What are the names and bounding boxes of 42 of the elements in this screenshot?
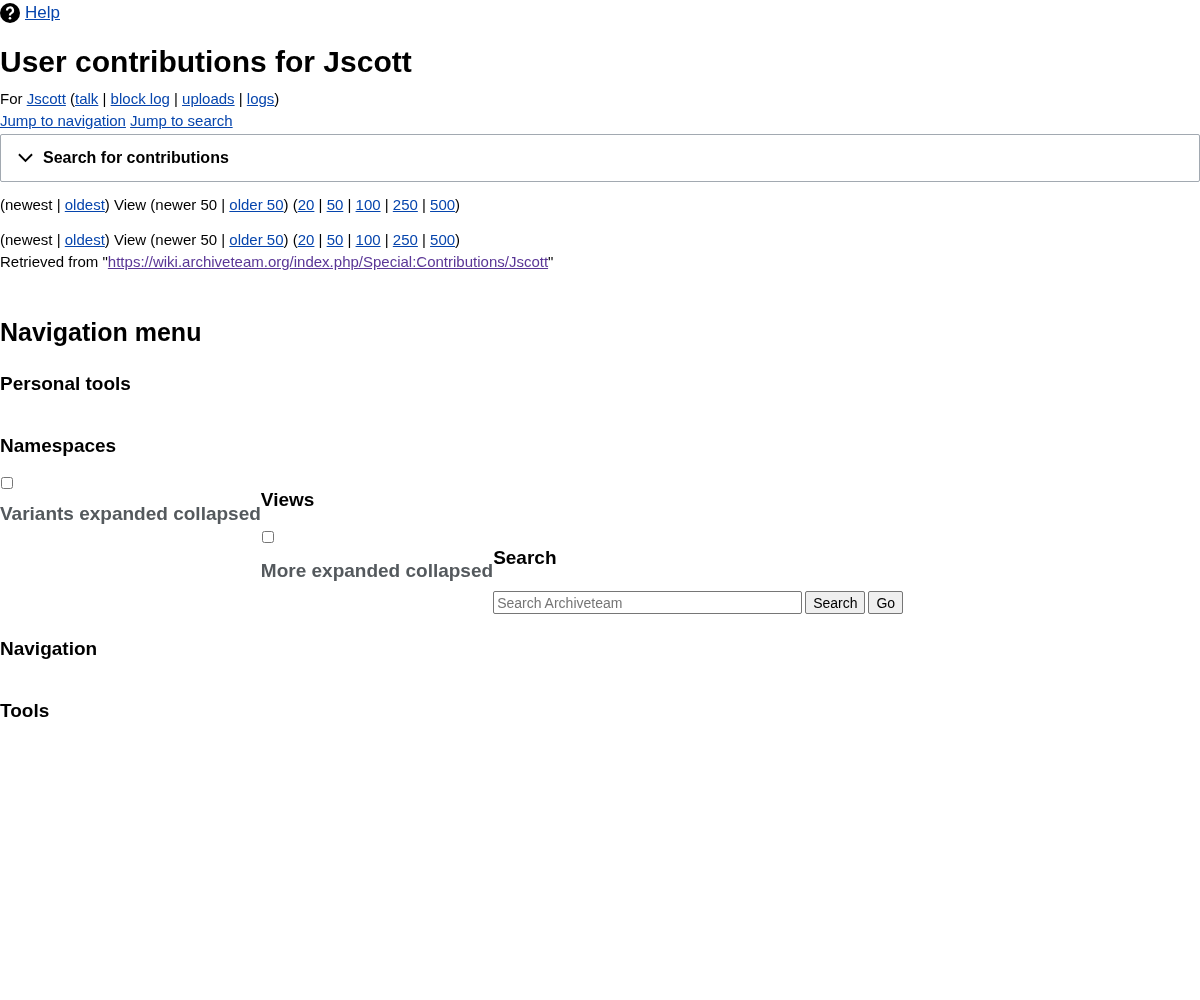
section-heading: Views xyxy=(260,489,315,511)
help-link[interactable]: Help xyxy=(25,3,60,23)
section-heading: Tools xyxy=(0,700,51,722)
link[interactable]: 500 xyxy=(430,196,456,213)
section-heading: Navigation menu xyxy=(0,318,203,347)
link[interactable]: 50 xyxy=(326,196,344,213)
section-heading: Search xyxy=(493,547,557,569)
section-heading: Personal tools xyxy=(0,373,132,395)
link[interactable]: 500 xyxy=(430,231,456,248)
link[interactable]: talk xyxy=(75,90,99,107)
retrieved-from-text: Retrieved from "https://wiki.archiveteam.org/index.php/Special:Contributions/Jscott" xyxy=(0,252,555,272)
checkbox[interactable] xyxy=(1,477,13,489)
link[interactable]: 50 xyxy=(326,231,344,248)
page-title: User contributions for Jscott xyxy=(0,44,413,80)
link[interactable]: https://wiki.archiveteam.org/index.php/Special:Contributions/Jscott xyxy=(107,253,549,270)
user-links-line: For Jscott (talk | block log | uploads | logs) xyxy=(0,89,281,109)
search-button[interactable]: Go xyxy=(868,591,904,614)
dropdown-label: Variants expanded collapsed xyxy=(0,503,261,525)
help-icon xyxy=(0,3,20,23)
link[interactable]: 100 xyxy=(355,231,381,248)
jump-link[interactable]: Jump to search xyxy=(130,112,233,129)
pager-line: (newest | oldest) View (newer 50 | older 50) (20 | 50 | 100 | 250 | 500) xyxy=(0,195,462,215)
link[interactable]: 100 xyxy=(355,196,381,213)
link[interactable]: logs xyxy=(246,90,275,107)
search-panel-header[interactable]: Search for contributions xyxy=(0,134,1200,182)
jump-link[interactable]: Jump to navigation xyxy=(0,112,126,129)
search-button[interactable]: Search xyxy=(805,591,866,614)
link[interactable]: older 50 xyxy=(229,196,284,213)
link[interactable]: Jscott xyxy=(26,90,66,107)
section-heading: Namespaces xyxy=(0,435,118,457)
dropdown-label: More expanded collapsed xyxy=(260,560,494,582)
link[interactable]: block log xyxy=(110,90,170,107)
link[interactable]: 250 xyxy=(392,196,418,213)
checkbox[interactable] xyxy=(261,531,274,543)
link[interactable]: uploads xyxy=(182,90,235,107)
link[interactable]: older 50 xyxy=(229,231,284,248)
link[interactable]: oldest xyxy=(64,231,105,248)
section-heading: Navigation xyxy=(0,638,99,660)
link[interactable]: oldest xyxy=(64,196,105,213)
pager-line: (newest | oldest) View (newer 50 | older 50) (20 | 50 | 100 | 250 | 500) xyxy=(0,230,462,250)
link[interactable]: 250 xyxy=(392,231,418,248)
search-field[interactable]: Search Archiveteam xyxy=(493,591,803,614)
